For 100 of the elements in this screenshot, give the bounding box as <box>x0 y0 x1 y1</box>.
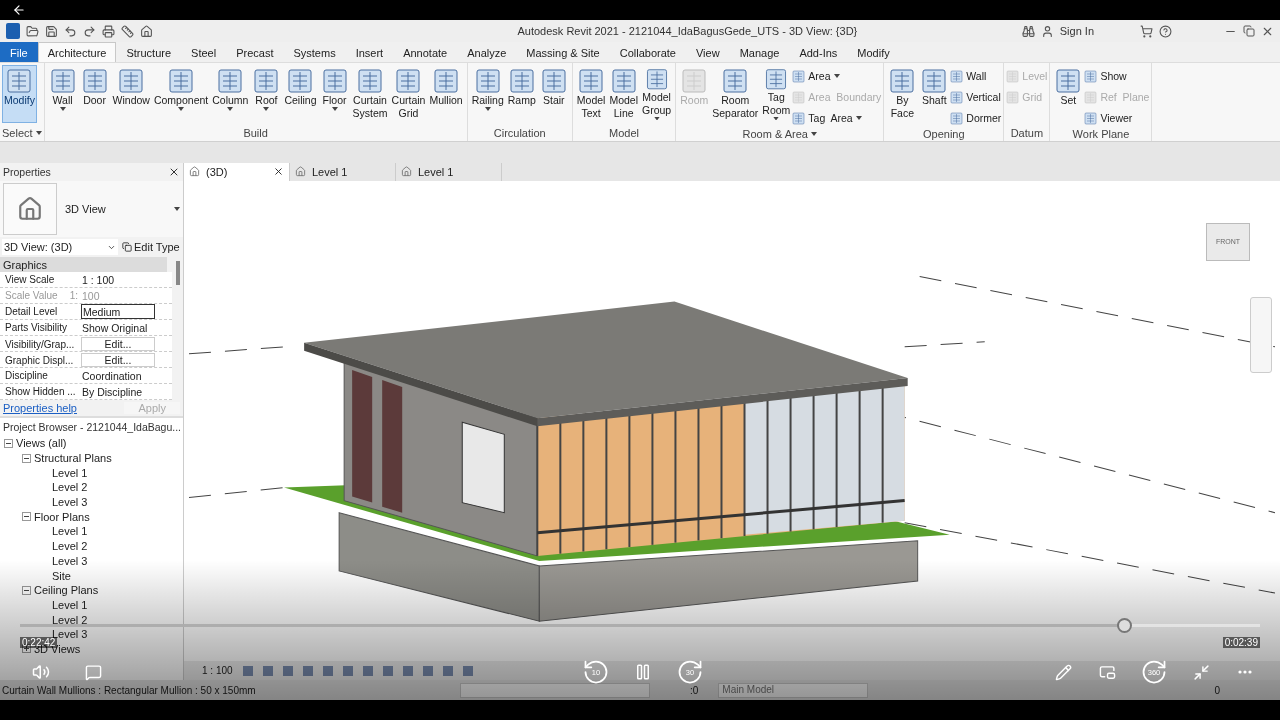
redo-icon[interactable] <box>83 24 96 38</box>
tree-item[interactable]: Level 1 <box>52 466 88 479</box>
close-icon[interactable] <box>168 166 180 178</box>
ribbon-tab[interactable]: Analyze <box>457 42 517 62</box>
view-control-icon[interactable] <box>402 665 413 676</box>
ribbon-tab[interactable]: View <box>686 42 730 62</box>
tree-item[interactable]: Level 2 <box>52 540 88 553</box>
view-control-icon[interactable] <box>362 665 373 676</box>
ribbon-tab[interactable]: Annotate <box>393 42 458 62</box>
tree-item[interactable]: Site <box>52 569 71 582</box>
edit-button[interactable]: Edit... <box>81 337 155 351</box>
document-tab[interactable]: Level 1 <box>396 163 502 181</box>
view-control-icon[interactable] <box>302 665 313 676</box>
ribbon-tool-button[interactable]: Curtain Grid <box>389 65 428 123</box>
view-control-icon[interactable] <box>342 665 353 676</box>
ribbon-tool-button[interactable]: Show <box>1084 67 1150 85</box>
ribbon-tool-button[interactable]: Window <box>110 65 152 123</box>
ribbon-tool-button[interactable]: Area <box>792 67 882 85</box>
ribbon-tool-button[interactable]: Model Group <box>640 65 674 123</box>
binoculars-icon[interactable] <box>1021 24 1035 38</box>
view-control-icon[interactable] <box>322 665 333 676</box>
view-selector-dropdown[interactable]: 3D View: (3D) <box>2 239 118 255</box>
save-icon[interactable] <box>45 24 58 38</box>
tree-item[interactable]: Ceiling Plans <box>34 584 99 597</box>
ribbon-tab[interactable]: Add-Ins <box>789 42 848 62</box>
scale-label[interactable]: 1 : 100 <box>202 665 233 677</box>
tree-item[interactable]: Level 2 <box>52 481 88 494</box>
tree-item[interactable]: Level 3 <box>52 554 88 567</box>
collapse-icon[interactable] <box>4 438 13 448</box>
ribbon-tool-button[interactable]: Tag Area <box>792 109 882 127</box>
properties-help-link[interactable]: Properties help <box>3 402 77 414</box>
cart-icon[interactable] <box>1140 24 1153 38</box>
view-control-icon[interactable] <box>462 665 473 676</box>
tree-item[interactable]: Level 1 <box>52 525 88 538</box>
ribbon-tool-button[interactable]: Dormer <box>950 109 1002 127</box>
ribbon-tool-button[interactable]: Mullion <box>427 65 465 123</box>
tree-item[interactable]: Floor Plans <box>34 510 90 523</box>
undo-icon[interactable] <box>64 24 77 38</box>
property-field[interactable]: Medium <box>81 304 155 319</box>
ribbon-tool-button[interactable]: Wall <box>46 65 79 123</box>
view-control-icon[interactable] <box>282 665 293 676</box>
collapse-icon[interactable] <box>22 512 31 522</box>
ribbon-tool-button[interactable]: Roof <box>250 65 283 123</box>
ribbon-tab[interactable]: Collaborate <box>609 42 686 62</box>
document-tab[interactable]: (3D) <box>184 163 290 181</box>
ribbon-tool-button[interactable]: Shaft <box>918 65 951 123</box>
ribbon-tool-button[interactable]: Viewer <box>1084 109 1150 127</box>
ribbon-tab[interactable]: Structure <box>116 42 182 62</box>
ribbon-tab[interactable]: Architecture <box>37 42 117 62</box>
print-icon[interactable] <box>102 24 115 38</box>
ribbon-tool-button[interactable]: Railing <box>469 65 506 123</box>
user-icon[interactable] <box>1040 24 1054 38</box>
tree-item[interactable]: Views (all) <box>16 437 67 450</box>
edit-button[interactable]: Edit... <box>81 353 155 367</box>
view-control-icon[interactable] <box>262 665 273 676</box>
measure-icon[interactable] <box>121 24 134 38</box>
ribbon-tool-button[interactable]: Wall <box>950 67 1002 85</box>
ribbon-tool-button[interactable]: Set <box>1052 65 1085 123</box>
help-icon[interactable] <box>1159 24 1172 38</box>
tree-item[interactable]: Level 1 <box>52 598 88 611</box>
ribbon-tool-button[interactable]: Column <box>210 65 251 123</box>
ribbon-tab[interactable]: Modify <box>847 42 900 62</box>
ribbon-tool-button[interactable]: Ceiling <box>282 65 319 123</box>
ribbon-tool-button[interactable]: Model Text <box>574 65 608 123</box>
ribbon-tool-button[interactable]: Ramp <box>505 65 538 123</box>
file-menu-button[interactable]: File <box>0 42 38 62</box>
tree-item[interactable]: Level 2 <box>52 613 88 626</box>
collapse-icon[interactable] <box>22 453 31 463</box>
ribbon-tool-button[interactable]: Model Line <box>607 65 640 123</box>
view-control-icon[interactable] <box>242 665 253 676</box>
ribbon-tab[interactable]: Systems <box>283 42 346 62</box>
ribbon-tab[interactable]: Insert <box>345 42 394 62</box>
workset-field[interactable]: Main Model <box>718 682 869 698</box>
expand-icon[interactable] <box>22 644 31 654</box>
ribbon-tool-button[interactable]: Floor <box>318 65 351 123</box>
document-tab[interactable]: Level 1 <box>290 163 396 181</box>
ribbon-tool-button[interactable]: Stair <box>537 65 570 123</box>
ribbon-tool-button[interactable]: Door <box>78 65 111 123</box>
ribbon-tool-button[interactable]: Tag Room <box>760 65 793 123</box>
open-folder-icon[interactable] <box>26 24 39 38</box>
ribbon-tool-button[interactable]: Component <box>151 65 211 123</box>
restore-icon[interactable] <box>1243 25 1255 37</box>
tree-item[interactable]: Structural Plans <box>34 452 112 465</box>
type-selector[interactable]: 3D View <box>0 181 183 237</box>
ribbon-tab[interactable]: Manage <box>729 42 790 62</box>
view-control-icon[interactable] <box>442 665 453 676</box>
tree-item[interactable]: Level 3 <box>52 496 88 509</box>
view-control-icon[interactable] <box>422 665 433 676</box>
ribbon-tab[interactable]: Precast <box>226 42 284 62</box>
home-icon[interactable] <box>140 24 153 38</box>
ribbon-tool-button[interactable]: Vertical <box>950 88 1002 106</box>
ribbon-tool-button[interactable]: Room Separator <box>710 65 761 123</box>
sign-in-link[interactable]: Sign In <box>1059 25 1094 37</box>
ribbon-tool-button[interactable]: By Face <box>886 65 919 123</box>
ribbon-tool-button[interactable]: Modify <box>2 65 37 123</box>
ribbon-tool-button[interactable]: Curtain System <box>350 65 390 123</box>
ribbon-tab[interactable]: Steel <box>181 42 227 62</box>
close-icon[interactable] <box>273 166 284 178</box>
collapse-icon[interactable] <box>22 585 31 595</box>
edit-type-button[interactable]: Edit Type <box>122 241 180 253</box>
